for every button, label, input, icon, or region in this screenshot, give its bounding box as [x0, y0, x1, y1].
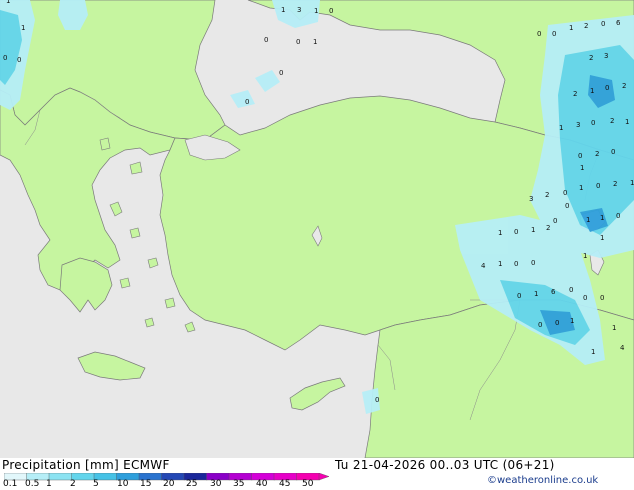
precip-value-label: 6: [551, 288, 556, 296]
precip-value-label: 6: [616, 19, 621, 27]
precip-value-label: 0: [601, 20, 605, 28]
precip-value-label: 1: [313, 38, 317, 46]
precip-value-label: 1: [600, 214, 604, 222]
credit-link[interactable]: ©weatheronline.co.uk: [487, 475, 598, 486]
precip-value-label: 0: [553, 217, 557, 225]
map-page: 1310001001100001206232102130210203201021…: [0, 0, 634, 490]
precip-value-label: 1: [600, 234, 604, 242]
precip-value-label: 1: [498, 229, 502, 237]
precip-value-label: 2: [573, 90, 577, 98]
legend-tick-label: 30: [210, 479, 222, 489]
precip-value-label: 3: [529, 195, 533, 203]
precip-value-label: 1: [590, 87, 594, 95]
precip-value-label: 1: [21, 24, 25, 32]
precip-value-label: 1: [579, 184, 583, 192]
legend-tick-label: 50: [302, 479, 314, 489]
precip-value-label: 0: [578, 152, 582, 160]
precip-value-label: 3: [576, 121, 580, 129]
precip-value-label: 0: [296, 38, 300, 46]
precip-value-label: 3: [297, 6, 301, 14]
legend-color-swatch: [48, 473, 73, 481]
legend-tick-label: 20: [163, 479, 175, 489]
precip-value-label: 2: [546, 224, 550, 232]
precip-value-label: 2: [610, 117, 614, 125]
legend-tick-label: 5: [93, 479, 99, 489]
precip-value-label: 1: [612, 324, 616, 332]
precip-value-label: 1: [498, 260, 502, 268]
precip-value-label: 3: [604, 52, 608, 60]
precip-value-label: 0: [583, 294, 587, 302]
precip-value-label: 0: [514, 228, 518, 236]
precip-value-label: 0: [596, 182, 600, 190]
precip-value-label: 2: [589, 54, 593, 62]
precip-value-label: 1: [630, 179, 634, 187]
precip-value-label: 1: [580, 164, 584, 172]
precip-value-label: 2: [613, 180, 617, 188]
legend-tick-label: 2: [70, 479, 76, 489]
precip-value-label: 1: [281, 6, 285, 14]
legend-tick-label: 10: [117, 479, 129, 489]
precip-value-label: 0: [538, 321, 542, 329]
precip-value-label: 1: [6, 0, 10, 5]
legend-tick-label: 0.5: [25, 479, 40, 489]
precip-value-label: 0: [531, 259, 535, 267]
precip-value-label: 1: [591, 348, 595, 356]
precip-value-label: 0: [514, 260, 518, 268]
legend-tick-label: 1: [46, 479, 52, 489]
precip-value-label: 2: [622, 82, 626, 90]
precip-value-label: 0: [17, 56, 21, 64]
precip-value-label: 4: [481, 262, 486, 270]
precip-value-label: 1: [583, 252, 587, 260]
precip-value-label: 1: [534, 290, 538, 298]
precip-value-label: 0: [616, 212, 620, 220]
precipitation-map: 1 3 1 00 0 100110 00 01 2 0 62 32 1 0 21 3 0 2 10 2 03 2 01 0 2 1…: [0, 0, 634, 458]
precip-value-label: 0: [605, 84, 609, 92]
precip-value-label: 0: [329, 7, 333, 15]
precip-value-label: 0: [591, 119, 595, 127]
precip-value-label: 1: [569, 24, 573, 32]
precip-value-label: 0: [517, 292, 521, 300]
legend-tick-label: 15: [140, 479, 152, 489]
precip-value-label: 2: [584, 22, 588, 30]
legend-tick-label: 40: [256, 479, 268, 489]
precip-value-label: 0: [555, 319, 559, 327]
precip-value-label: 0: [565, 202, 569, 210]
precip-value-label: 2: [545, 191, 549, 199]
precip-value-label: 1: [559, 124, 563, 132]
map-title: Precipitation [mm] ECMWF: [2, 458, 170, 472]
legend-tick-label: 25: [186, 479, 198, 489]
precip-value-label: 0: [279, 69, 283, 77]
precip-value-label: 0: [552, 30, 556, 38]
precip-value-label: 1: [314, 7, 318, 15]
precip-value-label: 1: [586, 216, 590, 224]
legend-tick-label: 45: [279, 479, 291, 489]
forecast-datetime: Tu 21-04-2026 00..03 UTC (06+21): [335, 458, 555, 472]
precip-value-label: 4: [620, 344, 625, 352]
precip-value-label: 0: [537, 30, 541, 38]
precip-value-label: 0: [563, 189, 567, 197]
legend-tick-label: 0.1: [3, 479, 18, 489]
precip-value-label: 0: [3, 54, 7, 62]
legend-tick-label: 35: [233, 479, 245, 489]
legend-arrow: [318, 473, 330, 481]
precip-value-label: 2: [595, 150, 599, 158]
precip-value-label: 1: [625, 118, 629, 126]
precip-value-label: 0: [245, 98, 249, 106]
precip-value-label: 1: [570, 317, 574, 325]
precip-value-label: 0: [600, 294, 604, 302]
precip-value-label: 0: [375, 396, 379, 404]
precip-value-label: 0: [611, 148, 615, 156]
map-footer: Precipitation [mm] ECMWF Tu 21-04-2026 0…: [0, 458, 634, 490]
precip-value-label: 0: [264, 36, 268, 44]
precip-value-label: 0: [569, 286, 573, 294]
precip-value-label: 1: [531, 226, 535, 234]
